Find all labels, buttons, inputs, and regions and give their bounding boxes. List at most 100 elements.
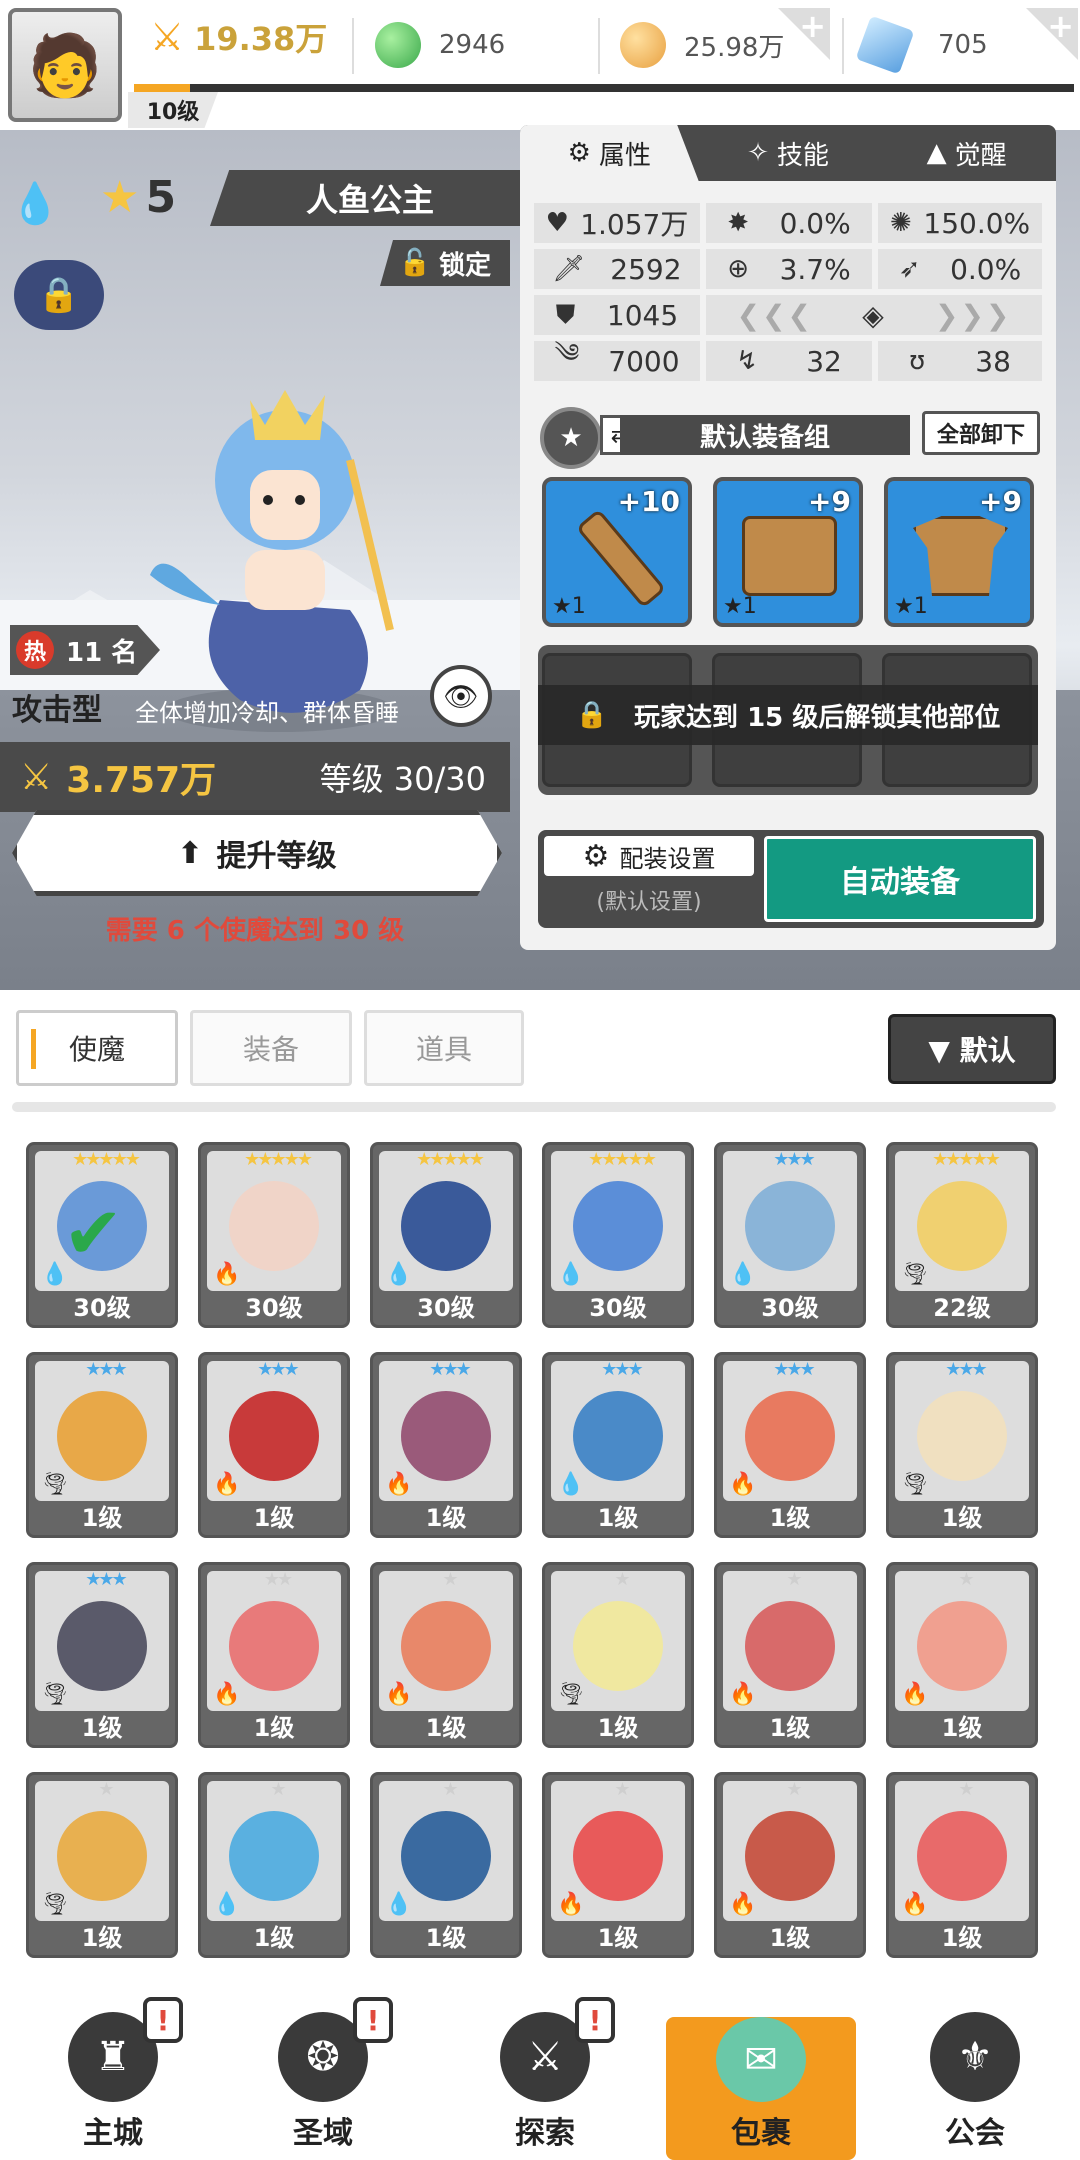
burst-icon: ✸ bbox=[727, 208, 750, 238]
nav-item[interactable]: ❂ 圣域! bbox=[228, 1995, 418, 2160]
familiar-card[interactable]: ★ 💧 1级 bbox=[370, 1772, 522, 1958]
familiar-card[interactable]: ★★★ 🔥 1级 bbox=[714, 1352, 866, 1538]
element-icon: 🔥 bbox=[385, 1682, 413, 1707]
familiar-card[interactable]: ★ 🔥 1级 bbox=[714, 1772, 866, 1958]
tab-awaken[interactable]: ▲ 觉醒 bbox=[877, 125, 1056, 181]
chest-item-icon bbox=[742, 516, 837, 596]
element-icon: 🔥 bbox=[901, 1682, 929, 1707]
familiar-card[interactable]: ★ 🔥 1级 bbox=[714, 1562, 866, 1748]
familiar-portrait: ★★★ 🌪 bbox=[35, 1571, 169, 1711]
familiar-portrait: ★ 💧 bbox=[379, 1781, 513, 1921]
crossed-swords-icon: ⚔ bbox=[150, 15, 185, 59]
familiar-card[interactable]: ★★★ 🌪 1级 bbox=[26, 1562, 178, 1748]
star-rating: ★★★ bbox=[257, 1361, 299, 1380]
loadout-settings-label: 配装设置 bbox=[619, 844, 716, 873]
add-crystal-button[interactable]: + bbox=[1026, 8, 1078, 60]
tab-skills[interactable]: ✧ 技能 bbox=[699, 125, 878, 181]
water-element-icon: 💧 bbox=[10, 181, 60, 227]
familiar-card[interactable]: ★★★ 🌪 1级 bbox=[886, 1352, 1038, 1538]
star-rating: ★★★ bbox=[773, 1361, 815, 1380]
locked-skin-icon[interactable]: 🔒 bbox=[14, 260, 104, 330]
nav-label: 公会 bbox=[945, 2116, 1005, 2151]
lock-button[interactable]: 🔓 锁定 bbox=[380, 240, 510, 286]
familiar-grid: ★★★★★ 💧 ✔ 30级 ★★★★★ 🔥 30级 ★★★★★ 💧 30级 ★★★★★ 💧 30级 ★★★… bbox=[0, 990, 1080, 1990]
hero-name: 人鱼公主 bbox=[210, 170, 530, 226]
hero-type: 攻击型 bbox=[12, 693, 102, 728]
familiar-card[interactable]: ★ 🌪 1级 bbox=[26, 1772, 178, 1958]
familiar-portrait: ★★★ 💧 bbox=[723, 1151, 857, 1291]
tab-attributes[interactable]: ⚙ 属性 bbox=[520, 125, 699, 181]
checkmark-icon: ✔ bbox=[63, 1191, 124, 1275]
familiar-portrait: ★ 🔥 bbox=[379, 1571, 513, 1711]
star-rating: ★ bbox=[442, 1571, 458, 1590]
familiar-portrait: ★★★ 🌪 bbox=[895, 1361, 1029, 1501]
familiar-card[interactable]: ★★★ 💧 30级 bbox=[714, 1142, 866, 1328]
element-icon: 💧 bbox=[557, 1262, 585, 1287]
familiar-card[interactable]: ★ 🔥 1级 bbox=[542, 1772, 694, 1958]
nav-item[interactable]: ♜ 主城! bbox=[18, 1995, 208, 2160]
nav-item[interactable]: ✉ 包裹 bbox=[666, 2017, 856, 2160]
familiar-portrait: ★★★★★ 💧 bbox=[379, 1151, 513, 1291]
skill-preview-button[interactable]: 👁 bbox=[430, 665, 492, 727]
star-rating: ★★★★★ bbox=[244, 1151, 313, 1170]
loadout-settings-button[interactable]: ⚙ 配装设置 bbox=[544, 836, 754, 876]
familiar-card[interactable]: ★★★ 💧 1级 bbox=[542, 1352, 694, 1538]
familiar-level: 1级 bbox=[769, 1714, 811, 1742]
familiar-level: 1级 bbox=[941, 1714, 983, 1742]
familiar-card[interactable]: ★★★★★ 💧 30级 bbox=[370, 1142, 522, 1328]
familiar-level: 1级 bbox=[941, 1504, 983, 1532]
familiar-card[interactable]: ★★★ 🔥 1级 bbox=[198, 1352, 350, 1538]
familiar-figure bbox=[57, 1601, 147, 1691]
auto-equip-button[interactable]: 自动装备 bbox=[764, 836, 1036, 922]
familiar-card[interactable]: ★★★ 🔥 1级 bbox=[370, 1352, 522, 1538]
element-icon: 🔥 bbox=[729, 1682, 757, 1707]
unequip-all-button[interactable]: 全部卸下 bbox=[922, 411, 1040, 455]
rank-text: 11 名 bbox=[66, 637, 138, 668]
star-rating: ★ bbox=[98, 1781, 114, 1800]
familiar-card[interactable]: ★★★ 🌪 1级 bbox=[26, 1352, 178, 1538]
attribute-icon: ⚙ bbox=[567, 138, 591, 168]
stat-row: 🗡 2592 ⊕ 3.7% ➶ 0.0% bbox=[534, 249, 1042, 289]
lock-icon: 🔒 bbox=[575, 700, 609, 730]
familiar-card[interactable]: ★ 🔥 1级 bbox=[886, 1562, 1038, 1748]
familiar-level: 1级 bbox=[81, 1924, 123, 1952]
equip-slot-chest[interactable]: +9 ★1 bbox=[713, 477, 863, 627]
exp-bar-fill bbox=[134, 84, 191, 92]
star-count: 5 bbox=[145, 172, 177, 223]
plus-icon: + bbox=[1047, 7, 1074, 45]
familiar-figure bbox=[57, 1391, 147, 1481]
chevrons-right-icon: ❯❯❯ bbox=[934, 298, 1012, 332]
equip-slot-weapon[interactable]: +10 ★1 bbox=[542, 477, 692, 627]
upgrade-level-button[interactable]: ⬆ 提升等级 bbox=[12, 810, 502, 896]
nav-item[interactable]: ⚜ 公会 bbox=[880, 1995, 1070, 2160]
divider bbox=[598, 18, 600, 74]
familiar-figure bbox=[573, 1601, 663, 1691]
familiar-card[interactable]: ★ 🌪 1级 bbox=[542, 1562, 694, 1748]
familiar-card[interactable]: ★★ 🔥 1级 bbox=[198, 1562, 350, 1748]
familiar-portrait: ★ 🌪 bbox=[35, 1781, 169, 1921]
familiar-portrait: ★ 🔥 bbox=[895, 1571, 1029, 1711]
familiar-card[interactable]: ★★★★★ 💧 30级 bbox=[542, 1142, 694, 1328]
familiar-level: 30级 bbox=[417, 1294, 475, 1322]
familiar-card[interactable]: ★★★★★ 🌪 22级 bbox=[886, 1142, 1038, 1328]
familiar-card[interactable]: ★ 💧 1级 bbox=[198, 1772, 350, 1958]
familiar-card[interactable]: ★ 🔥 1级 bbox=[370, 1562, 522, 1748]
nav-item[interactable]: ⚔ 探索! bbox=[450, 1995, 640, 2160]
mermaid-princess-figure bbox=[150, 390, 395, 732]
familiar-card[interactable]: ★ 🔥 1级 bbox=[886, 1772, 1038, 1958]
player-avatar[interactable]: 🧑 bbox=[8, 8, 122, 122]
dodge-icon: ➶ bbox=[898, 254, 921, 284]
gear-icon: ⚙ bbox=[582, 838, 610, 874]
stat-accuracy: ⊕ 3.7% bbox=[706, 249, 872, 289]
equip-group-title[interactable]: 默认装备组 bbox=[620, 415, 910, 455]
familiar-card[interactable]: ★★★★★ 💧 ✔ 30级 bbox=[26, 1142, 178, 1328]
familiar-card[interactable]: ★★★★★ 🔥 30级 bbox=[198, 1142, 350, 1328]
equip-slot-armor[interactable]: +9 ★1 bbox=[884, 477, 1034, 627]
hidden-stat-bar: ❮❮❮ ◈ ❯❯❯ bbox=[706, 295, 1042, 335]
star-rating: ★ bbox=[786, 1571, 802, 1590]
avatar-face-icon: 🧑 bbox=[27, 30, 103, 101]
element-icon: 🔥 bbox=[213, 1682, 241, 1707]
familiar-figure bbox=[573, 1181, 663, 1271]
alert-badge-icon: ! bbox=[143, 1997, 183, 2043]
locked-slots: 🔒 玩家达到 15 级后解锁其他部位 bbox=[538, 645, 1038, 795]
